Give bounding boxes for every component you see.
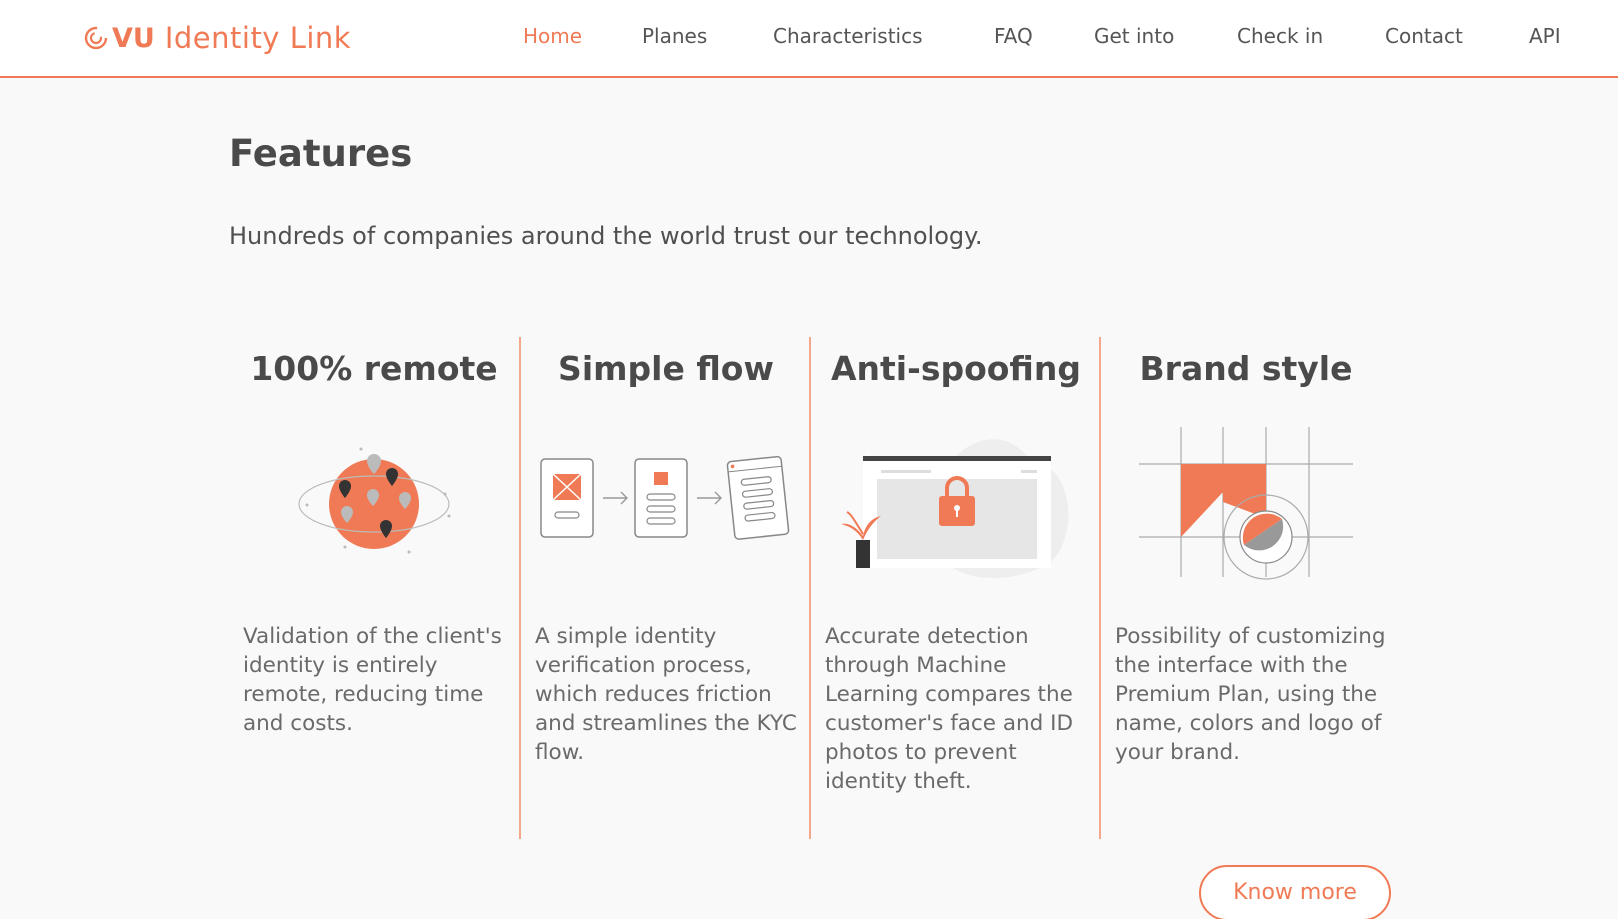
card-description: A simple identity verification process, … [535, 624, 797, 765]
section-title: Features [229, 132, 413, 175]
feature-card-simple-flow: Simple flow A simple identity verificati… [519, 337, 809, 839]
section-subtitle: Hundreds of companies around the world t… [229, 222, 983, 250]
card-title: Anti-spoofing [831, 349, 1081, 388]
site-header: VU Identity Link Home Planes Characteris… [0, 0, 1618, 78]
feature-card-remote: 100% remote Validation of the client's i… [229, 337, 519, 839]
feature-card-anti-spoofing: Anti-spoofing Accurate detection through… [809, 337, 1099, 839]
card-description: Possibility of customizing the interface… [1115, 624, 1386, 765]
globe-pins-icon [298, 447, 451, 554]
card-title: Brand style [1139, 349, 1353, 388]
nav-home[interactable]: Home [523, 24, 582, 48]
nav-characteristics[interactable]: Characteristics [773, 24, 923, 48]
document-flow-icon [540, 455, 790, 540]
nav-faq[interactable]: FAQ [994, 24, 1033, 48]
feature-cards: 100% remote Validation of the client's i… [229, 337, 1391, 839]
card-description: Validation of the client's identity is e… [243, 624, 502, 736]
nav-planes[interactable]: Planes [642, 24, 707, 48]
know-more-button[interactable]: Know more [1199, 865, 1391, 919]
main-nav: Home Planes Characteristics FAQ Get into… [0, 24, 1618, 54]
brand-shapes-icon [1139, 427, 1353, 580]
nav-api[interactable]: API [1529, 24, 1561, 48]
browser-lock-icon [841, 439, 1069, 579]
nav-get-into[interactable]: Get into [1094, 24, 1174, 48]
card-title: 100% remote [250, 349, 498, 388]
card-title: Simple flow [558, 349, 774, 388]
nav-contact[interactable]: Contact [1385, 24, 1463, 48]
card-description: Accurate detection through Machine Learn… [825, 624, 1073, 794]
feature-card-brand-style: Brand style Possibility of customizing t… [1099, 337, 1389, 839]
nav-check-in[interactable]: Check in [1237, 24, 1323, 48]
